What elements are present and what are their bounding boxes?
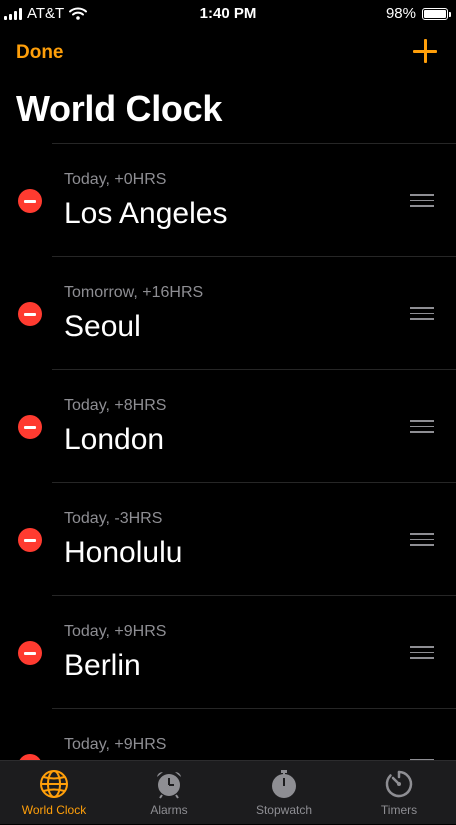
city-name: London bbox=[64, 423, 165, 456]
tab-alarms[interactable]: Alarms bbox=[115, 761, 223, 825]
tab-timers[interactable]: Timers bbox=[345, 761, 453, 825]
list-item[interactable]: Tomorrow, +16HRS Seoul bbox=[0, 256, 456, 369]
delete-icon[interactable] bbox=[18, 189, 42, 213]
city-name: Seoul bbox=[64, 310, 141, 343]
tab-bar: World Clock Alarms Stopwatch Timers bbox=[0, 760, 456, 824]
tab-label: Stopwatch bbox=[255, 803, 313, 817]
reorder-handle-icon[interactable] bbox=[410, 420, 434, 434]
battery-percent: 98% bbox=[385, 5, 416, 22]
list-item[interactable]: Today, -3HRS Honolulu bbox=[0, 482, 456, 595]
tab-label: Timers bbox=[380, 803, 418, 817]
carrier-label: AT&T bbox=[27, 5, 65, 22]
navigation-bar: Done bbox=[0, 30, 456, 76]
reorder-handle-icon[interactable] bbox=[410, 533, 434, 547]
city-name: Berlin bbox=[64, 649, 141, 682]
delete-icon[interactable] bbox=[18, 641, 42, 665]
delete-icon[interactable] bbox=[18, 528, 42, 552]
timer-icon bbox=[385, 770, 413, 798]
time-offset: Today, +8HRS bbox=[64, 397, 167, 414]
battery-fill bbox=[424, 9, 446, 18]
list-item[interactable]: Today, +0HRS Los Angeles bbox=[0, 143, 456, 256]
status-bar: AT&T 1:40 PM 98% bbox=[0, 0, 456, 30]
wifi-icon bbox=[69, 7, 88, 20]
signal-icon bbox=[4, 7, 22, 20]
tab-world-clock[interactable]: World Clock bbox=[0, 761, 108, 825]
time-offset: Today, +9HRS bbox=[64, 736, 167, 753]
tab-stopwatch[interactable]: Stopwatch bbox=[230, 761, 338, 825]
reorder-handle-icon[interactable] bbox=[410, 307, 434, 321]
alarm-clock-icon bbox=[157, 772, 181, 799]
globe-icon bbox=[40, 770, 68, 798]
time-offset: Today, -3HRS bbox=[64, 510, 163, 527]
stopwatch-icon bbox=[272, 770, 296, 798]
list-item[interactable]: Today, +9HRS Berlin bbox=[0, 595, 456, 708]
city-name: Honolulu bbox=[64, 536, 183, 569]
battery-icon bbox=[422, 7, 451, 20]
time-offset: Tomorrow, +16HRS bbox=[64, 284, 204, 301]
delete-icon[interactable] bbox=[18, 302, 42, 326]
tab-label: Alarms bbox=[150, 803, 188, 817]
status-right: 98% bbox=[385, 5, 451, 22]
city-name: Los Angeles bbox=[64, 197, 228, 230]
time-offset: Today, +0HRS bbox=[64, 171, 167, 188]
reorder-handle-icon[interactable] bbox=[410, 194, 434, 208]
list-item[interactable]: Today, +8HRS London bbox=[0, 369, 456, 482]
done-button[interactable]: Done bbox=[16, 42, 64, 64]
reorder-handle-icon[interactable] bbox=[410, 646, 434, 660]
page-title: World Clock bbox=[16, 88, 223, 129]
tab-label: World Clock bbox=[21, 803, 87, 817]
time-offset: Today, +9HRS bbox=[64, 623, 167, 640]
plus-icon[interactable] bbox=[412, 38, 438, 64]
status-left: AT&T bbox=[4, 5, 88, 22]
delete-icon[interactable] bbox=[18, 415, 42, 439]
